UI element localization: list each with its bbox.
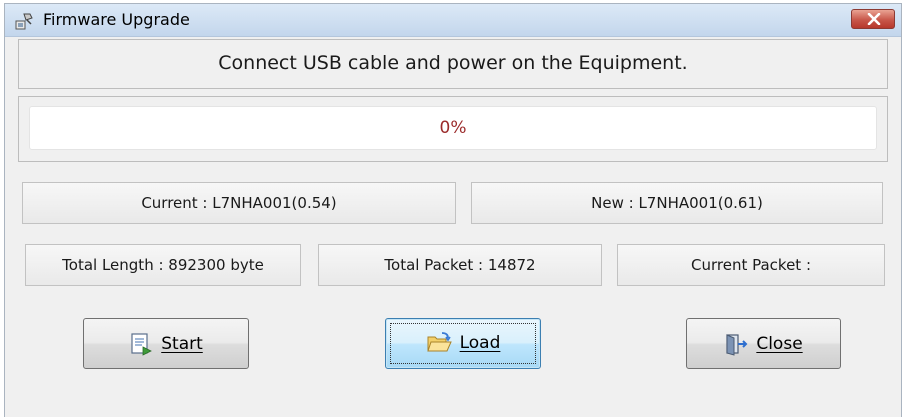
- start-button[interactable]: Start: [83, 318, 249, 369]
- status-message-panel: Connect USB cable and power on the Equip…: [18, 39, 888, 89]
- open-folder-icon: [426, 332, 452, 352]
- window-title: Firmware Upgrade: [43, 10, 190, 29]
- total-length-label: Total Length : 892300 byte: [25, 244, 301, 286]
- current-packet-label: Current Packet :: [617, 244, 885, 286]
- title-bar[interactable]: Firmware Upgrade: [5, 4, 901, 37]
- exit-door-icon: [726, 334, 748, 356]
- status-message: Connect USB cable and power on the Equip…: [218, 52, 688, 74]
- firmware-upgrade-icon: [15, 12, 33, 30]
- progress-panel: 0%: [18, 96, 888, 162]
- window-close-button[interactable]: [851, 9, 895, 29]
- progress-bar: 0%: [29, 106, 877, 150]
- load-button-label: Load: [459, 333, 501, 353]
- progress-percent: 0%: [439, 118, 467, 138]
- current-version-label: Current : L7NHA001(0.54): [22, 182, 456, 224]
- close-button-label: Close: [756, 334, 803, 354]
- total-packet-label: Total Packet : 14872: [318, 244, 602, 286]
- close-icon: [867, 13, 881, 25]
- start-document-icon: [131, 333, 153, 356]
- load-button[interactable]: Load: [385, 318, 541, 369]
- firmware-upgrade-window: Firmware Upgrade Connect USB cable and p…: [4, 3, 902, 417]
- new-version-label: New : L7NHA001(0.61): [471, 182, 883, 224]
- close-button[interactable]: Close: [686, 318, 841, 369]
- start-button-label: Start: [161, 334, 203, 354]
